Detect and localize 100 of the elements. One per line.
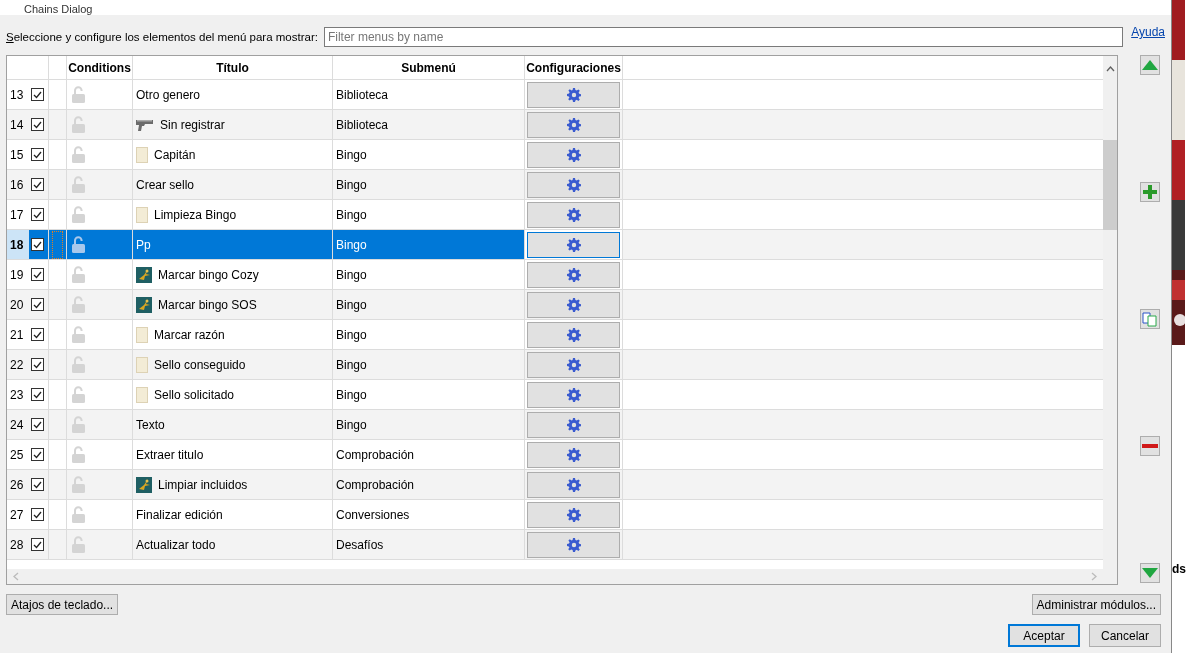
checkbox[interactable] <box>31 208 44 221</box>
note-icon <box>136 356 148 373</box>
checkbox[interactable] <box>31 418 44 431</box>
cancel-button[interactable]: Cancelar <box>1089 624 1161 647</box>
padlock-icon <box>72 446 85 463</box>
padlock-icon <box>72 296 85 313</box>
row-number: 24 <box>10 417 24 432</box>
checkbox[interactable] <box>31 298 44 311</box>
gear-icon <box>566 507 581 522</box>
help-link[interactable]: Ayuda <box>1131 25 1165 39</box>
table-row[interactable]: 26 Limpiar incluidos Comprobación <box>7 470 1103 500</box>
settings-button[interactable] <box>527 111 620 138</box>
scrollbar-thumb[interactable] <box>1103 140 1117 230</box>
settings-button[interactable] <box>527 411 620 438</box>
submenu-text: Biblioteca <box>336 117 389 132</box>
title-text: Otro genero <box>136 87 201 102</box>
submenu-text: Bingo <box>336 417 367 432</box>
checkbox[interactable] <box>31 508 44 521</box>
table-row[interactable]: 18 Pp Bingo <box>7 230 1103 260</box>
submenu-text: Bingo <box>336 207 367 222</box>
settings-button[interactable] <box>527 231 620 258</box>
submenu-text: Bingo <box>336 237 367 252</box>
settings-button[interactable] <box>527 81 620 108</box>
shortcuts-button[interactable]: Atajos de teclado... <box>6 594 119 615</box>
checkbox[interactable] <box>31 118 44 131</box>
row-number: 17 <box>10 207 24 222</box>
settings-button[interactable] <box>527 261 620 288</box>
settings-button[interactable] <box>527 351 620 378</box>
submenu-text: Biblioteca <box>336 87 389 102</box>
remove-button[interactable] <box>1140 436 1160 456</box>
note-icon <box>136 386 148 403</box>
title-text: Pp <box>136 237 151 252</box>
settings-button[interactable] <box>527 381 620 408</box>
row-number: 14 <box>10 117 24 132</box>
settings-button[interactable] <box>527 471 620 498</box>
filter-field[interactable]: Filter menus by name <box>323 27 1124 47</box>
submenu-text: Bingo <box>336 327 367 342</box>
add-button[interactable] <box>1140 182 1160 202</box>
checkbox[interactable] <box>31 328 44 341</box>
title-text: Extraer titulo <box>136 447 204 462</box>
padlock-icon <box>72 176 85 193</box>
checkbox[interactable] <box>31 268 44 281</box>
table-row[interactable]: 24 Texto Bingo <box>7 410 1103 440</box>
column-header[interactable]: Conditions <box>68 60 131 75</box>
copy-icon <box>1142 311 1158 327</box>
submenu-text: Bingo <box>336 147 367 162</box>
gear-icon <box>566 267 581 282</box>
settings-button[interactable] <box>527 321 620 348</box>
column-header[interactable]: Título <box>216 60 249 75</box>
row-number: 27 <box>10 507 24 522</box>
table-row[interactable]: 14 Sin registrar Biblioteca <box>7 110 1103 140</box>
settings-button[interactable] <box>527 171 620 198</box>
plugins-button[interactable]: Administrar módulos... <box>1031 594 1161 615</box>
table-row[interactable]: 16 Crear sello Bingo <box>7 170 1103 200</box>
table-row[interactable]: 20 Marcar bingo SOS Bingo <box>7 290 1103 320</box>
submenu-text: Desafíos <box>336 537 384 552</box>
row-number: 19 <box>10 267 24 282</box>
emblem-icon <box>136 296 152 313</box>
submenu-text: Bingo <box>336 357 367 372</box>
settings-button[interactable] <box>527 291 620 318</box>
note-icon <box>136 326 148 343</box>
settings-button[interactable] <box>527 441 620 468</box>
checkbox[interactable] <box>31 538 44 551</box>
copy-button[interactable] <box>1140 309 1160 329</box>
row-number: 18 <box>10 237 24 252</box>
submenu-text: Bingo <box>336 177 367 192</box>
table-row[interactable]: 28 Actualizar todo Desafíos <box>7 530 1103 560</box>
row-number: 16 <box>10 177 24 192</box>
checkbox[interactable] <box>31 148 44 161</box>
checkbox[interactable] <box>31 238 44 251</box>
checkbox[interactable] <box>31 88 44 101</box>
checkbox[interactable] <box>31 388 44 401</box>
vertical-scrollbar[interactable] <box>1103 56 1117 569</box>
gear-icon <box>566 477 581 492</box>
column-header[interactable]: Configuraciones <box>526 60 621 75</box>
note-icon <box>136 146 148 163</box>
settings-button[interactable] <box>527 501 620 528</box>
settings-button[interactable] <box>527 531 620 558</box>
padlock-icon <box>72 356 85 373</box>
checkbox[interactable] <box>31 358 44 371</box>
submenu-text: Comprobación <box>336 447 415 462</box>
checkbox[interactable] <box>31 448 44 461</box>
padlock-icon <box>72 266 85 283</box>
padlock-icon <box>72 506 85 523</box>
title-text: Capitán <box>154 147 196 162</box>
gear-icon <box>566 237 581 252</box>
submenu-text: Bingo <box>336 267 367 282</box>
table-row[interactable]: 22 Sello conseguido Bingo <box>7 350 1103 380</box>
pistol-icon <box>136 118 154 131</box>
emblem-icon <box>136 476 152 493</box>
settings-button[interactable] <box>527 201 620 228</box>
checkbox[interactable] <box>31 178 44 191</box>
title-text: Texto <box>136 417 165 432</box>
column-header[interactable]: Submenú <box>401 60 456 75</box>
gear-icon <box>566 117 581 132</box>
row-number: 22 <box>10 357 24 372</box>
ok-button[interactable]: Aceptar <box>1008 624 1080 647</box>
settings-button[interactable] <box>527 141 620 168</box>
title-text: Crear sello <box>136 177 195 192</box>
checkbox[interactable] <box>31 478 44 491</box>
